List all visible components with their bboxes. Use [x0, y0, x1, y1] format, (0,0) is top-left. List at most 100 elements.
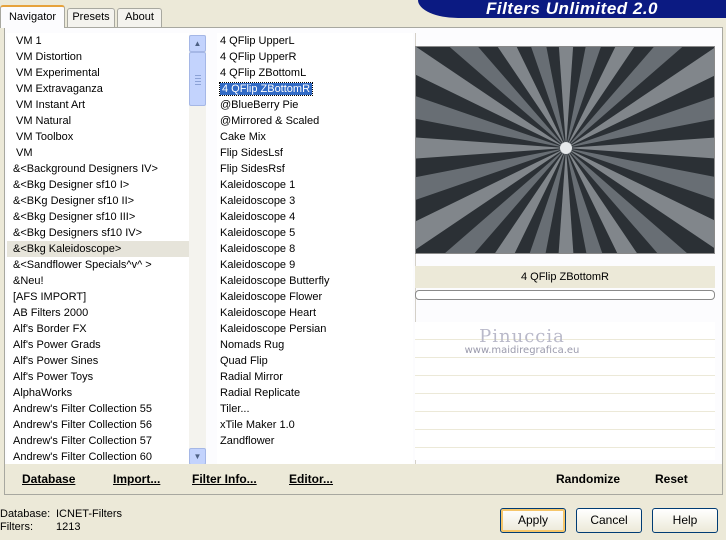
- filter-item[interactable]: Kaleidoscope 1: [217, 177, 413, 193]
- filter-item[interactable]: 4 QFlip UpperR: [217, 49, 413, 65]
- filter-item[interactable]: Kaleidoscope 3: [217, 193, 413, 209]
- category-item[interactable]: Andrew's Filter Collection 57: [7, 433, 189, 449]
- filter-item[interactable]: Zandflower: [217, 433, 413, 449]
- preview-caption: 4 QFlip ZBottomR: [415, 266, 715, 288]
- category-item[interactable]: VM Extravaganza: [7, 81, 189, 97]
- filter-item[interactable]: Radial Mirror: [217, 369, 413, 385]
- filter-item[interactable]: Kaleidoscope Heart: [217, 305, 413, 321]
- filter-item[interactable]: Kaleidoscope Flower: [217, 289, 413, 305]
- filter-item-label: Kaleidoscope 1: [220, 179, 296, 191]
- filter-item[interactable]: Kaleidoscope 9: [217, 257, 413, 273]
- category-item[interactable]: AB Filters 2000: [7, 305, 189, 321]
- database-label: Database:: [0, 508, 51, 520]
- category-item[interactable]: [AFS IMPORT]: [7, 289, 189, 305]
- filter-item[interactable]: xTile Maker 1.0: [217, 417, 413, 433]
- filter-item-label: 4 QFlip UpperR: [220, 51, 297, 63]
- scroll-thumb[interactable]: [189, 52, 206, 106]
- filter-item-label: Kaleidoscope Persian: [220, 323, 327, 335]
- category-item[interactable]: Alf's Power Toys: [7, 369, 189, 385]
- category-item[interactable]: Andrew's Filter Collection 56: [7, 417, 189, 433]
- category-item[interactable]: VM Toolbox: [7, 129, 189, 145]
- filter-item-label: Kaleidoscope Flower: [220, 291, 323, 303]
- filter-item[interactable]: Nomads Rug: [217, 337, 413, 353]
- category-item-label: VM Distortion: [16, 51, 83, 63]
- category-item[interactable]: VM Natural: [7, 113, 189, 129]
- category-item[interactable]: VM 1: [7, 33, 189, 49]
- category-item[interactable]: &<Bkg Kaleidoscope>: [7, 241, 189, 257]
- editor-button[interactable]: Editor...: [289, 464, 333, 494]
- category-item-label: AB Filters 2000: [13, 307, 89, 319]
- filter-item[interactable]: Quad Flip: [217, 353, 413, 369]
- reset-button[interactable]: Reset: [655, 464, 688, 494]
- tab-about[interactable]: About: [117, 8, 162, 27]
- category-item[interactable]: &<Background Designers IV>: [7, 161, 189, 177]
- filter-item[interactable]: Kaleidoscope 8: [217, 241, 413, 257]
- filter-item[interactable]: Kaleidoscope Persian: [217, 321, 413, 337]
- parameter-area: [415, 322, 715, 460]
- category-item-label: VM Natural: [16, 115, 72, 127]
- filter-item[interactable]: Radial Replicate: [217, 385, 413, 401]
- filter-item[interactable]: Kaleidoscope 4: [217, 209, 413, 225]
- help-button[interactable]: Help: [652, 508, 718, 533]
- tab-navigator[interactable]: Navigator: [0, 5, 65, 28]
- category-item-label: &<Bkg Kaleidoscope>: [13, 243, 122, 255]
- database-button[interactable]: Database: [22, 464, 75, 494]
- category-item[interactable]: Alf's Border FX: [7, 321, 189, 337]
- filter-item-label: Kaleidoscope Heart: [220, 307, 317, 319]
- filter-item[interactable]: Flip SidesRsf: [217, 161, 413, 177]
- category-item[interactable]: AlphaWorks: [7, 385, 189, 401]
- category-item[interactable]: &<BKg Designer sf10 II>: [7, 193, 189, 209]
- filter-item[interactable]: @Mirrored & Scaled: [217, 113, 413, 129]
- filter-item[interactable]: Flip SidesLsf: [217, 145, 413, 161]
- filter-info-button[interactable]: Filter Info...: [192, 464, 257, 494]
- filter-item[interactable]: Tiler...: [217, 401, 413, 417]
- filter-item-label: Zandflower: [220, 435, 275, 447]
- category-item[interactable]: &Neu!: [7, 273, 189, 289]
- chevron-up-icon[interactable]: ▲: [189, 35, 206, 52]
- category-item[interactable]: VM Distortion: [7, 49, 189, 65]
- category-item[interactable]: VM: [7, 145, 189, 161]
- filter-item[interactable]: Kaleidoscope Butterfly: [217, 273, 413, 289]
- category-item-label: &<BKg Designer sf10 II>: [13, 195, 135, 207]
- category-item-label: &<Background Designers IV>: [13, 163, 158, 175]
- filter-item[interactable]: 4 QFlip UpperL: [217, 33, 413, 49]
- chevron-down-icon[interactable]: ▼: [189, 448, 206, 465]
- category-item[interactable]: &<Sandflower Specials^v^ >: [7, 257, 189, 273]
- filter-item-label: Nomads Rug: [220, 339, 285, 351]
- category-item-label: VM Toolbox: [16, 131, 74, 143]
- category-item-label: Alf's Power Sines: [13, 355, 99, 367]
- category-item[interactable]: Alf's Power Sines: [7, 353, 189, 369]
- category-item[interactable]: Andrew's Filter Collection 60: [7, 449, 189, 465]
- filter-item-label: Quad Flip: [220, 355, 268, 367]
- filter-item-label: Kaleidoscope 5: [220, 227, 296, 239]
- progress-bar: [415, 290, 715, 300]
- category-item[interactable]: Alf's Power Grads: [7, 337, 189, 353]
- filters-count-value: 1213: [56, 521, 81, 533]
- filter-item[interactable]: Kaleidoscope 5: [217, 225, 413, 241]
- category-item[interactable]: &<Bkg Designers sf10 IV>: [7, 225, 189, 241]
- apply-button[interactable]: Apply: [500, 508, 566, 533]
- cancel-button[interactable]: Cancel: [576, 508, 642, 533]
- filter-item-label: @Mirrored & Scaled: [220, 115, 320, 127]
- randomize-button[interactable]: Randomize: [556, 464, 620, 494]
- filter-item-label: Kaleidoscope 3: [220, 195, 296, 207]
- import-button[interactable]: Import...: [113, 464, 160, 494]
- category-item[interactable]: VM Experimental: [7, 65, 189, 81]
- category-item-label: &<Sandflower Specials^v^ >: [13, 259, 152, 271]
- category-item[interactable]: &<Bkg Designer sf10 III>: [7, 209, 189, 225]
- filter-item[interactable]: @BlueBerry Pie: [217, 97, 413, 113]
- navigator-panel: VM 1 VM Distortion VM Experimental VM Extra…: [4, 27, 723, 495]
- category-item[interactable]: VM Instant Art: [7, 97, 189, 113]
- category-list[interactable]: VM 1 VM Distortion VM Experimental VM Extra…: [7, 33, 189, 465]
- filter-item[interactable]: 4 QFlip ZBottomR: [217, 81, 413, 97]
- status-footer: Database: ICNET-Filters Filters: 1213: [0, 508, 122, 534]
- category-item-label: [AFS IMPORT]: [13, 291, 87, 303]
- category-item-label: Alf's Power Grads: [13, 339, 101, 351]
- category-item[interactable]: &<Bkg Designer sf10 I>: [7, 177, 189, 193]
- filter-item[interactable]: Cake Mix: [217, 129, 413, 145]
- tab-presets[interactable]: Presets: [67, 8, 115, 27]
- filter-item[interactable]: 4 QFlip ZBottomL: [217, 65, 413, 81]
- filter-list[interactable]: 4 QFlip UpperL 4 QFlip UpperR 4 QFlip ZBot…: [217, 33, 413, 465]
- category-item[interactable]: Andrew's Filter Collection 55: [7, 401, 189, 417]
- category-scrollbar[interactable]: ▲ ▼: [189, 35, 206, 465]
